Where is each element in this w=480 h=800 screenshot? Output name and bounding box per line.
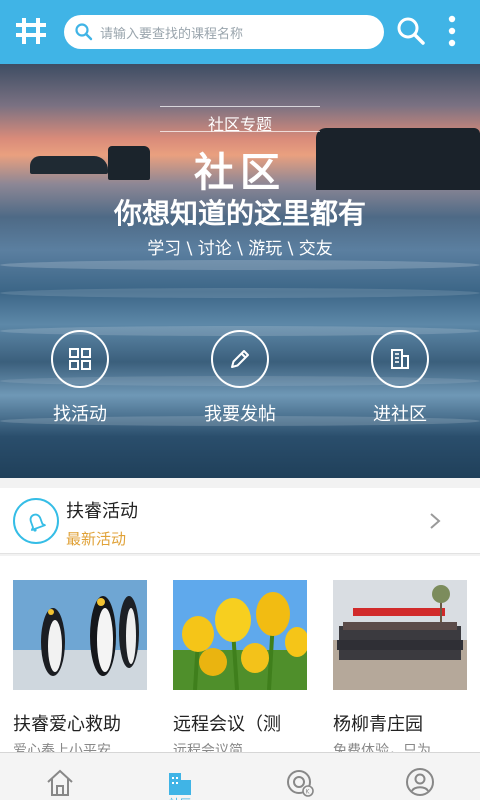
activity-card-list: 扶睿爱心救助 爱心奉上小平安 远程会议（测 远程会议简 杨柳青庄园 免费体验，只… bbox=[0, 556, 480, 759]
find-activity-circle[interactable] bbox=[51, 330, 109, 388]
penguins-image[interactable] bbox=[13, 580, 147, 690]
tab-home[interactable] bbox=[0, 753, 120, 800]
card-title[interactable]: 扶睿爱心救助 bbox=[13, 710, 153, 736]
search-bar[interactable]: 请输入要查找的课程名称 bbox=[64, 15, 384, 49]
banner-tags: 学习 \ 讨论 \ 游玩 \ 交友 bbox=[147, 239, 333, 259]
buildings-icon bbox=[169, 773, 191, 795]
activity-subtitle: 最新活动 bbox=[66, 530, 127, 548]
search-button-icon[interactable] bbox=[396, 16, 426, 46]
community-banner: 社区专题 社区 你想知道的这里都有 学习 \ 讨论 \ 游玩 \ 交友 找活动 … bbox=[0, 64, 480, 478]
card-title[interactable]: 远程会议（测 bbox=[173, 710, 313, 736]
banner-title: 社区 bbox=[194, 150, 286, 196]
building-icon bbox=[391, 349, 409, 369]
logo-icon[interactable] bbox=[14, 16, 48, 46]
search-input[interactable]: 请输入要查找的课程名称 bbox=[100, 23, 243, 42]
tab-community-label: 社区 bbox=[120, 795, 240, 800]
activity-bell-badge bbox=[13, 498, 59, 544]
pencil-icon bbox=[231, 350, 249, 368]
home-icon bbox=[47, 769, 73, 796]
search-icon bbox=[75, 23, 93, 41]
banner-wave bbox=[0, 288, 480, 298]
tab-discover[interactable]: K bbox=[240, 753, 360, 800]
banner-tagline: 社区专题 bbox=[207, 115, 272, 134]
activity-header[interactable]: 扶睿活动 最新活动 bbox=[0, 488, 480, 554]
bell-icon bbox=[29, 513, 46, 532]
top-bar: 请输入要查找的课程名称 bbox=[0, 0, 480, 64]
enter-community-circle[interactable] bbox=[371, 330, 429, 388]
enter-community-label[interactable]: 进社区 bbox=[335, 400, 465, 426]
user-icon bbox=[406, 768, 434, 796]
new-post-button[interactable]: 我要发帖 bbox=[175, 330, 305, 430]
group-photo-image[interactable] bbox=[333, 580, 467, 690]
bottom-navigation: 社区 K bbox=[0, 752, 480, 800]
discover-icon: K bbox=[287, 770, 314, 797]
find-activity-label[interactable]: 找活动 bbox=[15, 400, 145, 426]
grid-icon bbox=[69, 348, 91, 370]
new-post-label[interactable]: 我要发帖 bbox=[175, 400, 305, 426]
find-activity-button[interactable]: 找活动 bbox=[15, 330, 145, 430]
banner-tagline-frame: 社区专题 bbox=[160, 106, 320, 134]
banner-subtitle: 你想知道的这里都有 bbox=[113, 197, 366, 230]
new-post-circle[interactable] bbox=[211, 330, 269, 388]
enter-community-button[interactable]: 进社区 bbox=[335, 330, 465, 430]
tab-profile[interactable] bbox=[360, 753, 480, 800]
more-menu-icon[interactable] bbox=[442, 14, 462, 48]
tulips-image[interactable] bbox=[173, 580, 307, 690]
tab-community[interactable]: 社区 bbox=[120, 753, 240, 800]
banner-wave bbox=[0, 260, 480, 270]
activity-title: 扶睿活动 bbox=[66, 501, 138, 522]
card-title[interactable]: 杨柳青庄园 bbox=[333, 710, 473, 736]
chevron-right-icon[interactable] bbox=[428, 512, 442, 530]
